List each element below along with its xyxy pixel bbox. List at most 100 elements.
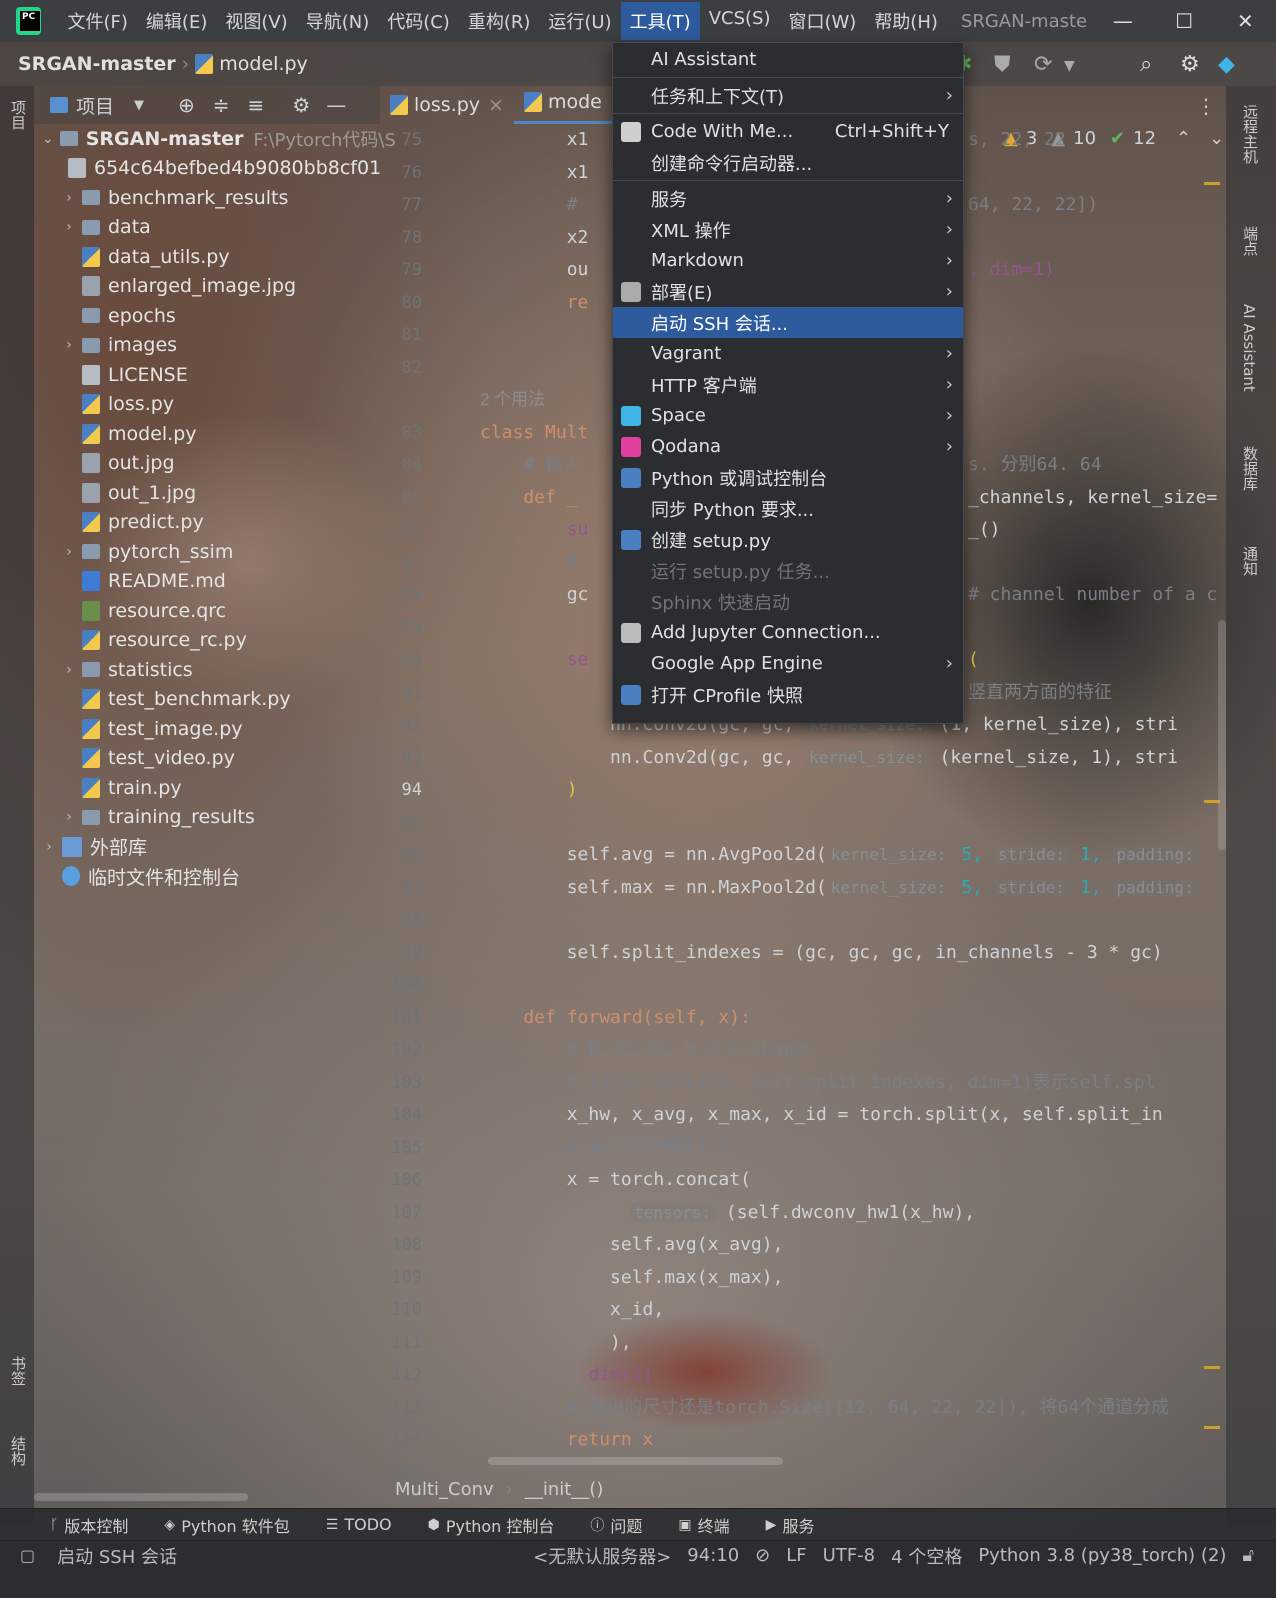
tree-item[interactable]: out_1.jpg (34, 478, 380, 508)
warning-stripe-mark[interactable] (1204, 1366, 1220, 1369)
line-number[interactable]: 102 (380, 1034, 480, 1067)
tool-python-packages[interactable]: ◈ Python 软件包 (164, 1513, 289, 1537)
menu-7[interactable]: 工具(T) (620, 2, 700, 40)
tree-item[interactable]: › data (34, 213, 380, 243)
file-encoding[interactable]: UTF-8 (823, 1545, 875, 1566)
tree-item[interactable]: 654c64befbed4b9080bb8cf01 (34, 154, 381, 184)
tab-loss-py[interactable]: loss.py × (380, 94, 514, 124)
profile-icon[interactable]: ⟳ (1034, 52, 1052, 77)
remote-host-tool-tab[interactable]: 远程主机 (1240, 104, 1261, 164)
tool-version-control[interactable]: ᚴ 版本控制 (50, 1513, 128, 1537)
line-number[interactable]: 79 (380, 254, 480, 287)
tool-todo[interactable]: ☰ TODO (326, 1515, 392, 1534)
tools-menu-item[interactable]: Space › (613, 400, 963, 431)
tools-menu-item[interactable]: Qodana › (613, 431, 963, 462)
tools-menu-item[interactable]: Markdown › (613, 245, 963, 276)
line-number[interactable]: 104 (380, 1099, 480, 1132)
menu-5[interactable]: 重构(R) (459, 2, 540, 40)
tree-item[interactable]: enlarged_image.jpg (34, 272, 380, 302)
line-number[interactable]: 95 (380, 807, 480, 840)
tree-external-libraries[interactable]: › 外部库 (34, 832, 380, 862)
breadcrumb-class[interactable]: Multi_Conv (395, 1479, 494, 1500)
line-number[interactable]: 99 (380, 937, 480, 970)
tools-menu-item[interactable]: 任务和上下文(T) › (613, 80, 963, 111)
search-icon[interactable]: ⌕ (1140, 52, 1152, 77)
line-number[interactable]: 84 (380, 449, 480, 482)
line-number[interactable]: 85 (380, 482, 480, 515)
tool-problems[interactable]: ⓘ 问题 (590, 1513, 642, 1537)
tree-item[interactable]: README.md (34, 567, 380, 597)
line-number[interactable]: 81 (380, 319, 480, 352)
collapse-all-icon[interactable]: ≡ (248, 93, 265, 117)
line-number[interactable] (380, 384, 480, 417)
line-number[interactable]: 78 (380, 222, 480, 255)
minimize-button[interactable]: — (1092, 9, 1153, 33)
breadcrumb-method[interactable]: __init__() (525, 1479, 604, 1500)
tree-item[interactable]: out.jpg (34, 449, 380, 479)
line-number[interactable]: 106 (380, 1164, 480, 1197)
tools-menu-item[interactable]: Code With Me... Ctrl+Shift+Y (613, 116, 963, 147)
line-number[interactable]: 107 (380, 1197, 480, 1230)
lock-icon[interactable]: 🔓︎ (1242, 1545, 1254, 1566)
maximize-button[interactable]: ☐ (1153, 9, 1214, 33)
tools-menu-item[interactable]: 打开 CProfile 快照 (613, 679, 963, 710)
structure-tool-tab[interactable]: 结构 (8, 1436, 29, 1466)
warning-stripe-mark[interactable] (1204, 182, 1220, 185)
line-number[interactable]: 75 (380, 124, 480, 157)
line-number[interactable]: 110 (380, 1294, 480, 1327)
tools-menu-item[interactable]: 启动 SSH 会话... (613, 307, 963, 338)
tree-item[interactable]: LICENSE (34, 360, 380, 390)
warning-stripe-mark[interactable] (1204, 1426, 1220, 1429)
tree-item[interactable]: › benchmark_results (34, 183, 380, 213)
nav-project[interactable]: SRGAN-master (18, 53, 176, 75)
tree-item[interactable]: predict.py (34, 508, 380, 538)
chevron-down-icon[interactable]: ⌄ (42, 131, 54, 147)
line-number[interactable]: 96 (380, 839, 480, 872)
line-number[interactable]: 89 (380, 612, 480, 645)
options-gear-icon[interactable]: ⚙ (292, 93, 310, 117)
more-run-chevron-icon[interactable]: ▼ (1064, 58, 1075, 74)
more-tabs-icon[interactable]: ⋮ (1196, 94, 1216, 118)
bookmarks-tool-tab[interactable]: 书签 (8, 1356, 29, 1386)
ai-assistant-tool-tab[interactable]: AI Assistant (1240, 304, 1258, 392)
tree-item[interactable]: › images (34, 331, 380, 361)
endpoints-tool-tab[interactable]: 端点 (1240, 226, 1261, 256)
tree-scratches[interactable]: 临时文件和控制台 (34, 862, 380, 892)
ai-assistant-icon[interactable]: ◆ (1218, 52, 1235, 77)
menu-3[interactable]: 导航(N) (297, 2, 379, 40)
menu-9[interactable]: 窗口(W) (779, 2, 865, 40)
line-number[interactable]: 94 (380, 774, 480, 807)
chevron-right-icon[interactable]: › (62, 190, 76, 206)
hide-panel-icon[interactable]: — (326, 93, 346, 117)
menu-10[interactable]: 帮助(H) (865, 2, 947, 40)
indent-setting[interactable]: 4 个空格 (891, 1543, 962, 1569)
tree-item[interactable]: test_image.py (34, 714, 380, 744)
line-number[interactable]: 114 (380, 1424, 480, 1457)
close-tab-icon[interactable]: × (488, 94, 504, 116)
database-tool-tab[interactable]: 数据库 (1240, 446, 1261, 491)
deployment-server[interactable]: <无默认服务器> (533, 1543, 671, 1569)
tool-python-console[interactable]: ⬢ Python 控制台 (428, 1513, 555, 1537)
line-number[interactable]: 101 (380, 1002, 480, 1035)
settings-gear-icon[interactable]: ⚙ (1180, 52, 1200, 77)
line-number[interactable]: 92 (380, 709, 480, 742)
tree-horizontal-scrollbar[interactable] (34, 1493, 248, 1501)
tree-item[interactable]: data_utils.py (34, 242, 380, 272)
tools-menu-item[interactable]: XML 操作 › (613, 214, 963, 245)
notifications-tool-tab[interactable]: 通知 (1240, 546, 1261, 576)
menu-1[interactable]: 编辑(E) (137, 2, 216, 40)
chevron-right-icon[interactable]: › (42, 839, 56, 855)
menu-8[interactable]: VCS(S) (700, 2, 780, 40)
python-interpreter[interactable]: Python 3.8 (py38_torch) (2) (978, 1545, 1226, 1566)
chevron-right-icon[interactable]: › (62, 544, 76, 560)
line-ending[interactable]: LF (786, 1545, 806, 1566)
chevron-right-icon[interactable]: › (62, 337, 76, 353)
tree-item[interactable]: test_video.py (34, 744, 380, 774)
expand-all-icon[interactable]: ≑ (213, 93, 230, 117)
menu-0[interactable]: 文件(F) (59, 2, 137, 40)
locate-target-icon[interactable]: ⊕ (178, 93, 195, 117)
caret-position[interactable]: 94:10 (687, 1545, 739, 1566)
tools-menu-item[interactable]: Vagrant › (613, 338, 963, 369)
tree-item[interactable]: train.py (34, 773, 380, 803)
line-number[interactable]: 82 (380, 352, 480, 385)
